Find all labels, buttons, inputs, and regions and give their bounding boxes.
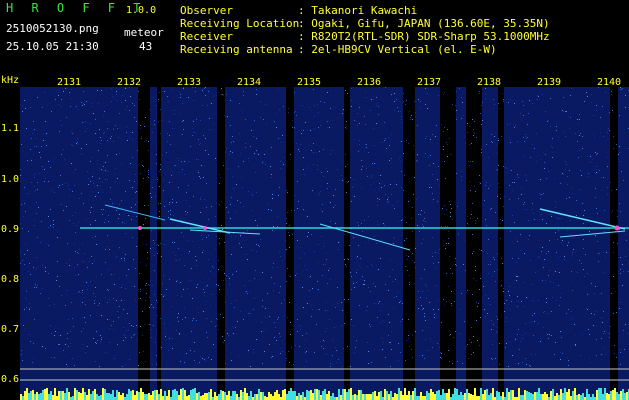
signal-gaps <box>138 87 618 400</box>
meteor-head <box>138 226 142 230</box>
spectrogram <box>20 87 629 400</box>
y-tick-0-9: 0.9 <box>1 224 20 235</box>
y-tick-0-6: 0.6 <box>1 374 20 385</box>
y-tick-0-7: 0.7 <box>1 324 20 335</box>
location-label: Receiving Location <box>180 17 300 30</box>
y-tick-1-1: 1.1 <box>1 123 20 134</box>
location-value: : Ogaki, Gifu, JAPAN (136.60E, 35.35N) <box>298 17 550 30</box>
meteor-count: 43 <box>139 40 153 53</box>
antenna-value: : 2el-HB9CV Vertical (el. E-W) <box>298 43 497 56</box>
noise-layer <box>20 87 629 367</box>
app-version: 1.0.0 <box>126 5 157 16</box>
hrofft-window: H R O F F T 1.0.0 2510052130.png 25.10.0… <box>0 0 629 400</box>
y-tick-1-0: 1.0 <box>1 174 20 185</box>
app-title: H R O F F T <box>6 1 146 15</box>
meteor-head <box>203 226 207 230</box>
signal-level-bars <box>20 388 629 400</box>
receiver-value: : R820T2(RTL-SDR) SDR-Sharp 53.1000MHz <box>298 30 550 43</box>
datetime-label: 25.10.05 21:30 <box>6 40 99 53</box>
y-axis-unit: kHz <box>1 75 20 86</box>
receiver-label: Receiver <box>180 30 233 43</box>
filename-label: 2510052130.png <box>6 22 99 35</box>
observer-value: : Takanori Kawachi <box>298 4 418 17</box>
observer-label: Observer <box>180 4 233 17</box>
meteor-echo <box>104 204 166 221</box>
meteor-head <box>614 225 620 231</box>
y-tick-0-8: 0.8 <box>1 274 20 285</box>
meteor-label: meteor <box>124 26 164 39</box>
spectrogram-canvas <box>20 87 629 400</box>
antenna-label: Receiving antenna <box>180 43 293 56</box>
